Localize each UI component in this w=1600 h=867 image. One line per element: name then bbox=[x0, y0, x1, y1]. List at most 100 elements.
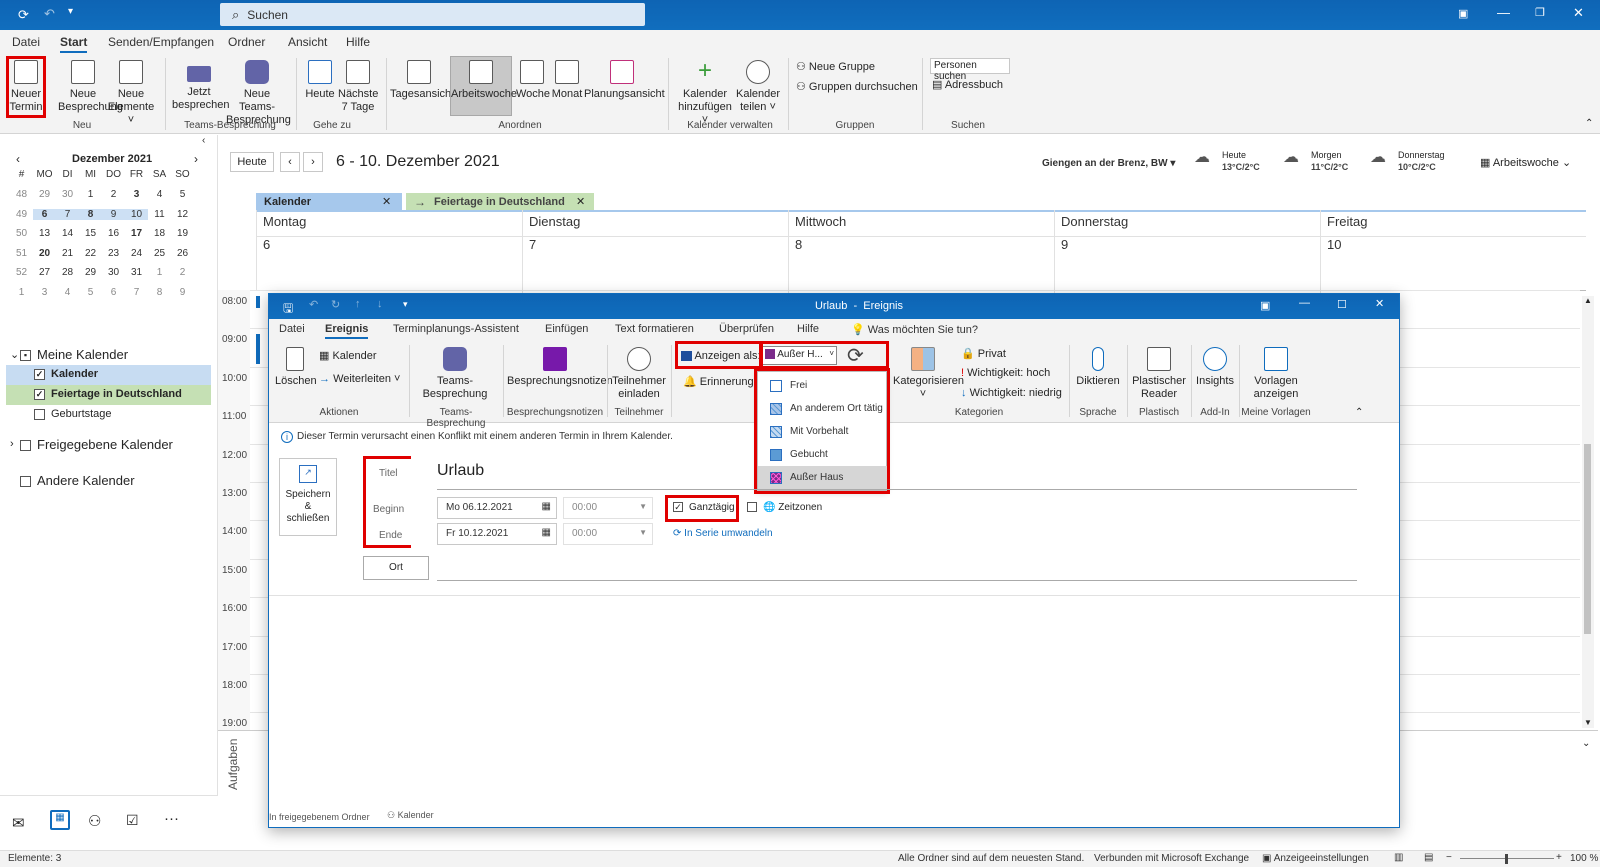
close-icon[interactable]: ✕ bbox=[1375, 297, 1384, 310]
new-items-button[interactable]: Neue Elemente ˅ bbox=[106, 58, 156, 127]
zoom-in-icon[interactable]: + bbox=[1556, 852, 1562, 863]
day-cell[interactable]: 24 bbox=[125, 248, 148, 259]
day-cell[interactable]: 15 bbox=[79, 228, 102, 239]
ev-tab-format[interactable]: Text formatieren bbox=[615, 323, 694, 335]
other-checkbox[interactable] bbox=[20, 476, 31, 488]
day-cell[interactable]: 9 bbox=[102, 208, 125, 220]
folder-holidays[interactable]: ✓ Feiertage in Deutschland bbox=[6, 385, 211, 405]
day-cell[interactable]: 27 bbox=[33, 267, 56, 278]
people-search-input[interactable]: Personen suchen bbox=[930, 58, 1010, 82]
day-cell[interactable]: 5 bbox=[79, 287, 102, 298]
meeting-notes-button[interactable]: Besprechungsnotizen bbox=[507, 345, 613, 388]
day-cell[interactable]: 30 bbox=[102, 267, 125, 278]
maximize-icon[interactable]: ❐ bbox=[1535, 6, 1545, 19]
insights-button[interactable]: Insights bbox=[1193, 345, 1237, 388]
ribbon-display-icon[interactable]: ▣ bbox=[1260, 299, 1270, 312]
title-input[interactable]: Urlaub bbox=[437, 462, 484, 480]
cal-tab-calendar[interactable]: Kalender ✕ bbox=[256, 193, 402, 211]
collapse-ribbon-icon[interactable]: ⌃ bbox=[1355, 407, 1363, 418]
arrow-up-icon[interactable]: ↑ bbox=[355, 298, 361, 310]
normal-view-icon[interactable]: ▥ bbox=[1394, 852, 1403, 863]
ev-teams-button[interactable]: Teams- Besprechung bbox=[415, 345, 495, 401]
day-cell[interactable]: 12 bbox=[171, 209, 194, 220]
day-cell[interactable]: 3 bbox=[125, 189, 148, 200]
day-cell[interactable]: 16 bbox=[102, 228, 125, 239]
today-button[interactable]: Heute bbox=[302, 58, 338, 101]
day-cell[interactable]: 7 bbox=[125, 287, 148, 298]
tab-view[interactable]: Ansicht bbox=[288, 35, 327, 49]
day-cell[interactable]: 29 bbox=[79, 267, 102, 278]
tab-file[interactable]: Datei bbox=[12, 35, 40, 49]
day-cell[interactable]: 18 bbox=[148, 228, 171, 239]
location-button[interactable]: Ort bbox=[363, 556, 429, 580]
day-view-button[interactable]: Tagesansicht bbox=[390, 58, 454, 101]
meet-now-button[interactable]: Jetzt besprechen bbox=[172, 58, 230, 112]
mini-calendar[interactable]: # MO DI MI DO FR SA SO 48 29 30 1 2 3 4 5 49 6 7 8 9 10 11 12 50… bbox=[10, 169, 210, 299]
start-time-input[interactable]: 00:00 ▼ bbox=[563, 497, 653, 519]
day-cell[interactable]: 17 bbox=[125, 228, 148, 239]
day-cell[interactable]: 14 bbox=[56, 228, 79, 239]
arrow-down-icon[interactable]: ↓ bbox=[377, 298, 383, 310]
collapse-ribbon-icon[interactable]: ⌃ bbox=[1585, 118, 1593, 129]
categorize-button[interactable]: Kategorisieren ˅ bbox=[893, 345, 964, 401]
tab-help[interactable]: Hilfe bbox=[346, 35, 370, 49]
ev-tab-file[interactable]: Datei bbox=[279, 323, 305, 335]
weather-location[interactable]: Giengen an der Brenz, BW ▾ bbox=[1042, 158, 1175, 169]
day-cell[interactable]: 21 bbox=[56, 248, 79, 259]
day-header[interactable]: Donnerstag 9 bbox=[1054, 210, 1320, 290]
cal-prev-button[interactable]: ‹ bbox=[280, 152, 300, 172]
scroll-thumb[interactable] bbox=[1584, 444, 1591, 634]
day-cell[interactable]: 4 bbox=[56, 287, 79, 298]
ev-calendar-button[interactable]: ▦ Kalender bbox=[319, 349, 377, 362]
zoom-thumb[interactable] bbox=[1505, 854, 1508, 864]
day-cell[interactable]: 25 bbox=[148, 248, 171, 259]
tab-send-receive[interactable]: Senden/Empfangen bbox=[108, 35, 214, 49]
tasks-icon[interactable]: ☑ bbox=[126, 812, 139, 829]
end-date-input[interactable]: Fr 10.12.2021 ▦ bbox=[437, 523, 557, 545]
new-meeting-button[interactable]: Neue Besprechung bbox=[58, 58, 123, 114]
ev-tab-scheduling[interactable]: Terminplanungs-Assistent bbox=[393, 323, 519, 335]
day-cell[interactable]: 2 bbox=[102, 189, 125, 200]
day-header[interactable]: Mittwoch 8 bbox=[788, 210, 1054, 290]
day-header[interactable]: Freitag 10 bbox=[1320, 210, 1586, 290]
display-settings-button[interactable]: ▣ Anzeigeeinstellungen bbox=[1262, 853, 1369, 864]
delete-button[interactable]: Löschen bbox=[275, 345, 317, 388]
search-box[interactable]: ⌕ Suchen bbox=[220, 3, 645, 26]
day-cell[interactable]: 6 bbox=[102, 287, 125, 298]
day-cell[interactable]: 6 bbox=[33, 208, 56, 220]
day-cell[interactable]: 10 bbox=[125, 208, 148, 220]
day-cell[interactable]: 8 bbox=[148, 287, 171, 298]
day-cell[interactable]: 5 bbox=[171, 189, 194, 200]
date-picker-icon[interactable]: ▦ bbox=[542, 501, 551, 512]
close-icon[interactable]: ✕ bbox=[1573, 5, 1584, 21]
day-cell[interactable]: 2 bbox=[171, 267, 194, 278]
day-cell[interactable]: 1 bbox=[79, 189, 102, 200]
browse-groups-button[interactable]: ⚇ Gruppen durchsuchen bbox=[796, 80, 918, 93]
day-cell[interactable]: 4 bbox=[148, 189, 171, 200]
birthdays-checkbox[interactable] bbox=[34, 408, 45, 420]
day-cell[interactable]: 8 bbox=[79, 208, 102, 220]
high-importance-button[interactable]: ! Wichtigkeit: hoch bbox=[961, 367, 1050, 379]
prev-month-icon[interactable]: ‹ bbox=[16, 152, 20, 166]
time-dropdown-icon[interactable]: ▼ bbox=[639, 502, 647, 511]
calendar-module-icon[interactable]: ▦ bbox=[50, 810, 70, 830]
quick-access-dropdown-icon[interactable]: ▾ bbox=[68, 6, 73, 17]
immersive-reader-button[interactable]: Plastischer Reader bbox=[1129, 345, 1189, 401]
share-calendar-button[interactable]: Kalender teilen ˅ bbox=[736, 58, 780, 114]
tell-me-box[interactable]: 💡 Was möchten Sie tun? bbox=[851, 323, 978, 336]
day-cell[interactable]: 11 bbox=[148, 209, 171, 220]
day-cell[interactable]: 23 bbox=[102, 248, 125, 259]
scroll-down-icon[interactable]: ▼ bbox=[1584, 718, 1592, 727]
day-cell[interactable]: 29 bbox=[33, 189, 56, 200]
allday-checkbox[interactable]: ✓ Ganztägig bbox=[673, 502, 735, 513]
reading-view-icon[interactable]: ▤ bbox=[1424, 852, 1433, 863]
day-cell[interactable]: 30 bbox=[56, 189, 79, 200]
day-cell[interactable]: 22 bbox=[79, 248, 102, 259]
holidays-checkbox[interactable]: ✓ bbox=[34, 388, 45, 400]
tab-start[interactable]: Start bbox=[60, 35, 88, 53]
dictate-button[interactable]: Diktieren bbox=[1073, 345, 1123, 388]
folder-birthdays[interactable]: Geburtstage bbox=[6, 405, 211, 425]
shared-checkbox[interactable] bbox=[20, 440, 31, 452]
restore-ribbon-icon[interactable]: ▣ bbox=[1458, 7, 1468, 20]
view-templates-button[interactable]: Vorlagen anzeigen bbox=[1243, 345, 1309, 401]
